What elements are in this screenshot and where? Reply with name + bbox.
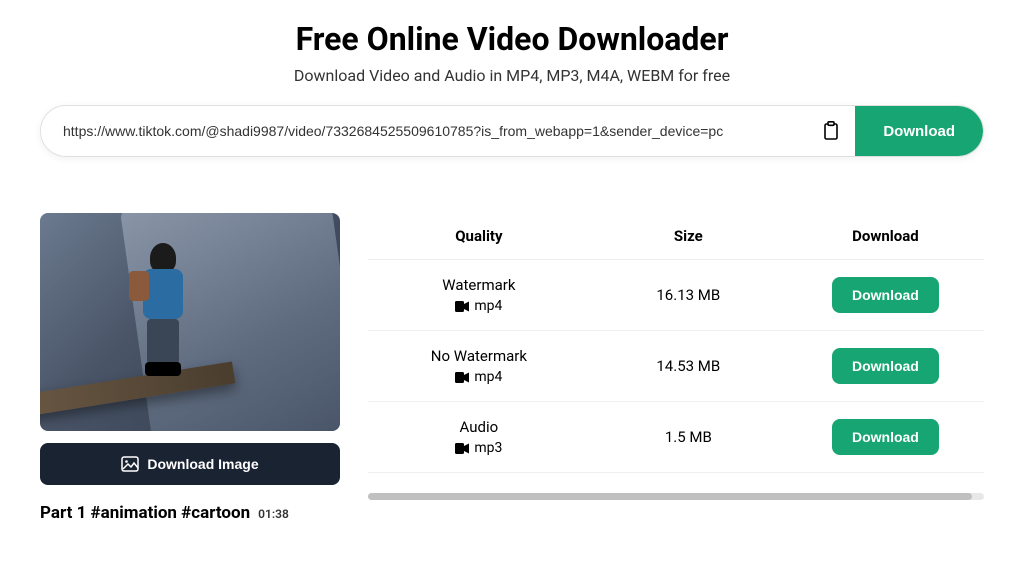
table-row: Audio mp3 1.5 MB Download (368, 402, 984, 473)
clipboard-icon (822, 121, 840, 141)
video-icon (455, 443, 469, 454)
quality-label: Audio (368, 418, 590, 436)
scrollbar-thumb[interactable] (368, 493, 972, 500)
video-title: Part 1 #animation #cartoon (40, 503, 250, 523)
download-row-button[interactable]: Download (832, 348, 939, 384)
quality-label: No Watermark (368, 347, 590, 365)
format-label: mp4 (474, 298, 502, 314)
size-value: 14.53 MB (590, 357, 787, 375)
table-row: Watermark mp4 16.13 MB Download (368, 260, 984, 331)
download-image-button[interactable]: Download Image (40, 443, 340, 485)
table-row: No Watermark mp4 14.53 MB Download (368, 331, 984, 402)
page-title: Free Online Video Downloader (40, 20, 984, 58)
video-duration: 01:38 (258, 507, 289, 521)
horizontal-scrollbar[interactable] (368, 493, 984, 500)
format-label: mp4 (474, 369, 502, 385)
format-label: mp3 (474, 440, 502, 456)
column-header-quality: Quality (368, 227, 590, 245)
quality-label: Watermark (368, 276, 590, 294)
download-options-table: Quality Size Download Watermark mp4 (368, 213, 984, 473)
image-icon (121, 456, 139, 472)
download-row-button[interactable]: Download (832, 419, 939, 455)
url-input[interactable] (41, 109, 807, 153)
column-header-size: Size (590, 227, 787, 245)
page-subtitle: Download Video and Audio in MP4, MP3, M4… (40, 66, 984, 85)
download-button[interactable]: Download (855, 106, 983, 156)
column-header-download: Download (787, 227, 984, 245)
paste-button[interactable] (807, 106, 855, 156)
size-value: 1.5 MB (590, 428, 787, 446)
video-icon (455, 301, 469, 312)
video-icon (455, 372, 469, 383)
download-row-button[interactable]: Download (832, 277, 939, 313)
download-image-label: Download Image (147, 456, 258, 472)
video-thumbnail[interactable] (40, 213, 340, 431)
size-value: 16.13 MB (590, 286, 787, 304)
url-search-bar: Download (40, 105, 984, 157)
